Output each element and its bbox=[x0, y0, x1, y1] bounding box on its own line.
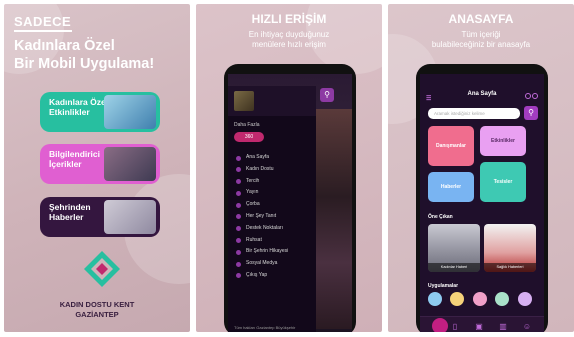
footer-line-2: GAZİANTEP bbox=[75, 310, 119, 319]
drawer-header bbox=[228, 86, 316, 116]
app-shortcut-icon[interactable] bbox=[472, 292, 487, 306]
headline-line-2: Bir Mobil Uygulama! bbox=[14, 56, 155, 72]
news-card[interactable]: Kadınlar Haberi bbox=[428, 224, 480, 272]
home-icon[interactable] bbox=[426, 318, 448, 332]
bookmark-icon[interactable]: ▯ bbox=[450, 322, 460, 332]
promo-panel-intro: SADECE Kadınlara Özel Bir Mobil Uygulama… bbox=[4, 4, 190, 332]
footer-line-1: KADIN DOSTU KENT bbox=[59, 300, 135, 309]
headline: Kadınlara Özel Bir Mobil Uygulama! bbox=[14, 37, 184, 73]
qr-icon[interactable]: ▣ bbox=[474, 322, 484, 332]
feature-label: Şehrinden Haberler bbox=[49, 202, 91, 222]
app-shortcut-icon[interactable] bbox=[450, 292, 465, 306]
app-store-screenshot-strip: SADECE Kadınlara Özel Bir Mobil Uygulama… bbox=[0, 0, 574, 337]
feature-label: Bilgilendirici İçerikler bbox=[49, 149, 101, 169]
drawer-section-label: Daha Fazla bbox=[234, 122, 260, 128]
app-shortcut-icon[interactable] bbox=[428, 292, 442, 306]
promo-panel-quick-access: HIZLI ERİŞİM En ihtiyaç duyduğunuz menül… bbox=[196, 4, 382, 332]
app-shortcut-icon[interactable] bbox=[517, 292, 532, 306]
panel-subtitle-2: menülere hızlı erişim bbox=[252, 40, 326, 49]
drawer-footer: Tüm hakları Gaziantep Büyükşehir bbox=[234, 325, 296, 330]
status-bar bbox=[228, 74, 352, 86]
phone-frame: ☰ Ana Sayfa Aramak istediğiniz kelime ⚲ … bbox=[416, 64, 548, 332]
search-icon[interactable]: ⚲ bbox=[320, 88, 334, 102]
bottom-nav: ▯ ▣ ▥ ☺ bbox=[420, 316, 544, 332]
drawer-item[interactable]: Kadın Dostu bbox=[228, 164, 316, 176]
drawer-item[interactable]: Ana Sayfa bbox=[228, 152, 316, 164]
brand-tag: SADECE bbox=[14, 14, 72, 29]
drawer-avatar bbox=[234, 91, 254, 111]
drawer-item[interactable]: Bir Şehrin Hikayesi bbox=[228, 246, 316, 258]
drawer-pill-button[interactable]: 360 bbox=[234, 132, 264, 142]
drawer-item[interactable]: Ruhsat bbox=[228, 235, 316, 247]
feature-card-events: Kadınlara Özel Etkinlikler bbox=[40, 92, 160, 132]
news-caption: Kadınlar Haberi bbox=[428, 263, 480, 272]
phone-screen: ☰ Ana Sayfa Aramak istediğiniz kelime ⚲ … bbox=[420, 74, 544, 332]
city-logo-icon bbox=[84, 251, 120, 287]
feature-card-news: Şehrinden Haberler bbox=[40, 197, 160, 237]
drawer-item[interactable]: Sosyal Medya bbox=[228, 258, 316, 270]
app-bar: ☰ Ana Sayfa bbox=[420, 86, 544, 102]
app-shortcut-icon[interactable] bbox=[495, 292, 510, 306]
drawer-item[interactable]: Her Şey Tanıt bbox=[228, 211, 316, 223]
search-input[interactable]: Aramak istediğiniz kelime bbox=[428, 108, 520, 119]
panel-title: HIZLI ERİŞİM bbox=[251, 12, 327, 26]
background-content-thumbs bbox=[316, 109, 352, 329]
tile-events[interactable]: Etkinlikler bbox=[480, 126, 526, 156]
drawer-item[interactable]: Yayın bbox=[228, 187, 316, 199]
tile-news[interactable]: Haberler bbox=[428, 172, 474, 202]
feature-label: Kadınlara Özel Etkinlikler bbox=[49, 97, 109, 117]
feature-illustration bbox=[104, 95, 156, 129]
search-icon[interactable]: ⚲ bbox=[524, 106, 538, 120]
brand-underline bbox=[14, 30, 72, 32]
panel-subtitle-1: En ihtiyaç duyduğunuz bbox=[248, 30, 330, 39]
menu-icon[interactable]: ☰ bbox=[426, 91, 431, 107]
panel-subtitle-1: Tüm içeriği bbox=[461, 30, 501, 39]
feature-card-content: Bilgilendirici İçerikler bbox=[40, 144, 160, 184]
stats-icon[interactable]: ▥ bbox=[498, 322, 508, 332]
drawer-menu: Ana Sayfa Kadın Dostu Tercih Yayın Çorba… bbox=[228, 152, 316, 282]
news-caption: Sağlık Haberleri bbox=[484, 263, 536, 272]
phone-frame: ⚲ Daha Fazla 360 Ana Sayfa Kadın Dostu T… bbox=[224, 64, 356, 332]
panel-subtitle-2: bulabileceğiniz bir anasayfa bbox=[431, 40, 531, 49]
app-bar-title: Ana Sayfa bbox=[467, 91, 497, 97]
status-bar bbox=[420, 74, 544, 86]
headline-line-1: Kadınlara Özel bbox=[14, 38, 115, 54]
app-bar-actions bbox=[523, 90, 539, 99]
promo-panel-home: ANASAYFA Tüm içeriği bulabileceğiniz bir… bbox=[388, 4, 574, 332]
drawer-item[interactable]: Destek Noktaları bbox=[228, 223, 316, 235]
phone-screen: ⚲ Daha Fazla 360 Ana Sayfa Kadın Dostu T… bbox=[228, 74, 352, 332]
navigation-drawer: Daha Fazla 360 Ana Sayfa Kadın Dostu Ter… bbox=[228, 86, 316, 332]
tile-advisors[interactable]: Danışmanlar bbox=[428, 126, 474, 166]
news-card[interactable]: Sağlık Haberleri bbox=[484, 224, 536, 272]
user-icon[interactable]: ☺ bbox=[522, 322, 532, 332]
profile-icon[interactable] bbox=[532, 93, 538, 99]
section-title-apps: Uygulamalar bbox=[428, 283, 459, 289]
tile-facilities[interactable]: Tesisler bbox=[480, 162, 526, 202]
panel-title: ANASAYFA bbox=[448, 12, 514, 26]
app-shortcuts bbox=[428, 292, 540, 308]
feature-illustration bbox=[104, 147, 156, 181]
feature-illustration bbox=[104, 200, 156, 234]
drawer-item[interactable]: Tercih bbox=[228, 176, 316, 188]
notification-icon[interactable] bbox=[525, 93, 531, 99]
drawer-item[interactable]: Çorba bbox=[228, 199, 316, 211]
section-title-featured: Öne Çıkan bbox=[428, 214, 453, 220]
drawer-item[interactable]: Çıkış Yap bbox=[228, 270, 316, 282]
